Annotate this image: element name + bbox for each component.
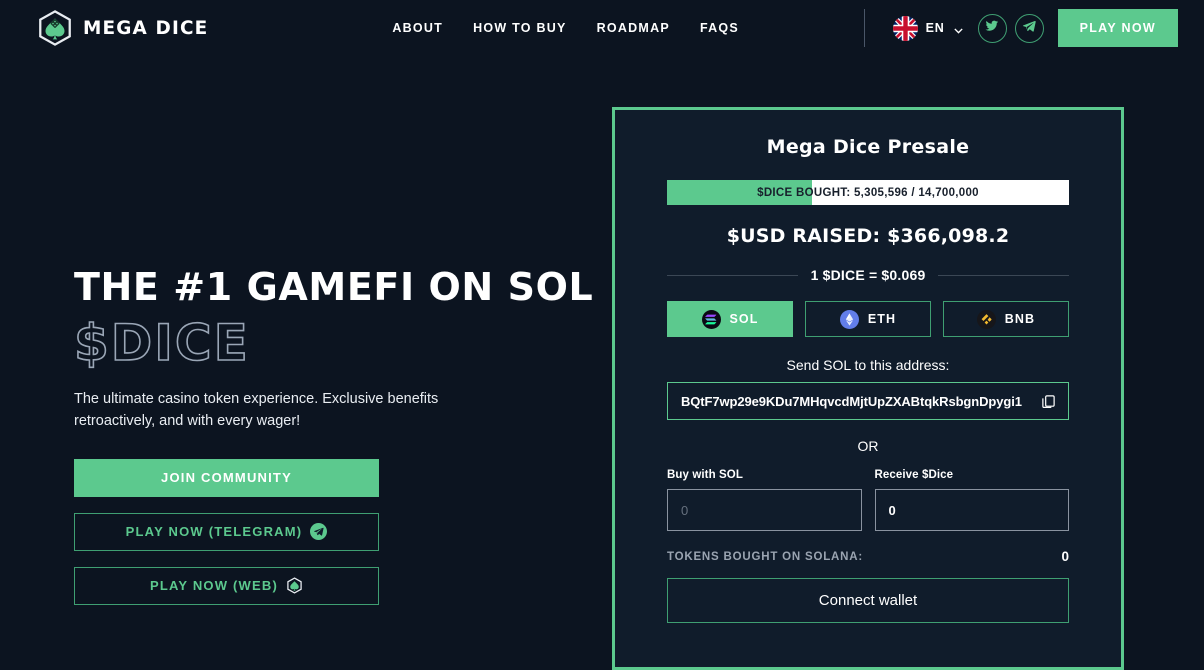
currency-tab-bnb[interactable]: BNB (943, 301, 1069, 337)
hexagon-spade-icon (36, 9, 74, 47)
hero-title: THE #1 GAMEFI ON SOL (74, 265, 594, 309)
receive-field-label: Receive $Dice (874, 469, 954, 481)
receive-amount-input[interactable] (874, 489, 1069, 531)
header-divider (863, 9, 865, 47)
telegram-icon (1022, 19, 1036, 38)
presale-title: Mega Dice Presale (766, 136, 970, 158)
or-divider-label: OR (857, 438, 879, 454)
social-links (977, 13, 1044, 43)
play-now-web-button[interactable]: PLAY NOW (WEB) (74, 566, 379, 605)
tokens-bought-row: TOKENS BOUGHT ON SOLANA: 0 (667, 549, 1069, 564)
currency-tab-eth[interactable]: ETH (805, 301, 931, 337)
hero-description: The ultimate casino token experience. Ex… (74, 390, 439, 430)
social-link-telegram[interactable] (1014, 13, 1044, 43)
buy-field-group: Buy with SOL (667, 469, 862, 531)
telegram-icon (310, 523, 328, 541)
send-address-label: Send SOL to this address: (786, 357, 950, 373)
presale-card: Mega Dice Presale $DICE BOUGHT: 5,305,59… (612, 107, 1124, 670)
play-now-telegram-button[interactable]: PLAY NOW (TELEGRAM) (74, 512, 379, 551)
join-community-label: JOIN COMMUNITY (161, 470, 292, 486)
presale-progress-bar: $DICE BOUGHT: 5,305,596 / 14,700,000 (667, 180, 1069, 205)
nav-item-faqs[interactable]: FAQS (700, 21, 739, 35)
language-selector[interactable]: EN (892, 15, 964, 41)
brand-logo[interactable]: MEGA DICE (36, 9, 210, 47)
tokens-bought-value: 0 (1061, 549, 1069, 564)
social-link-twitter[interactable] (977, 13, 1007, 43)
token-rate: 1 $DICE = $0.069 (810, 267, 926, 283)
hexagon-spade-icon (286, 577, 303, 594)
play-now-web-label: PLAY NOW (WEB) (149, 578, 279, 594)
hero-token-text: $DICE (73, 313, 250, 372)
language-label: EN (925, 21, 945, 35)
solana-icon (701, 309, 721, 329)
buy-field-label: Buy with SOL (667, 469, 743, 481)
site-header: MEGA DICE ABOUT HOW TO BUY ROADMAP FAQS (0, 0, 1204, 56)
play-now-button[interactable]: PLAY NOW (1057, 9, 1178, 47)
progress-label: $DICE BOUGHT: 5,305,596 / 14,700,000 (757, 186, 979, 199)
amount-fields: Buy with SOL Receive $Dice (667, 469, 1069, 531)
wallet-address: BQtF7wp29e9KDu7MHqvcdMjtUpZXABtqkRsbgnDp… (681, 393, 1022, 409)
nav-item-about[interactable]: ABOUT (392, 21, 443, 35)
buy-amount-input[interactable] (667, 489, 862, 531)
main-navigation: ABOUT HOW TO BUY ROADMAP FAQS (392, 21, 739, 35)
play-now-telegram-label: PLAY NOW (TELEGRAM) (125, 524, 303, 540)
chevron-down-icon (953, 23, 964, 34)
usd-raised: $USD RAISED: $366,098.2 (726, 225, 1010, 247)
hero-section: THE #1 GAMEFI ON SOL $DICE The ultimate … (73, 265, 594, 621)
nav-item-how-to-buy[interactable]: HOW TO BUY (473, 21, 567, 35)
currency-tab-bnb-label: BNB (1004, 312, 1036, 326)
tokens-bought-label: TOKENS BOUGHT ON SOLANA: (667, 550, 863, 563)
token-rate-row: 1 $DICE = $0.069 (667, 267, 1070, 283)
connect-wallet-button[interactable]: Connect wallet (667, 578, 1069, 623)
ethereum-icon (839, 309, 859, 329)
twitter-icon (985, 19, 999, 38)
receive-field-group: Receive $Dice (874, 469, 1069, 531)
currency-tab-sol-label: SOL (729, 312, 759, 326)
binance-icon (976, 309, 996, 329)
nav-item-roadmap[interactable]: ROADMAP (597, 21, 670, 35)
uk-flag-icon (892, 15, 918, 41)
header-actions: EN PLAY NOW (863, 9, 1178, 47)
rate-divider-right (938, 274, 1070, 276)
rate-divider-left (667, 274, 798, 276)
currency-tabs: SOL ETH BNB (667, 301, 1069, 337)
copy-icon[interactable] (1041, 394, 1056, 409)
currency-tab-sol[interactable]: SOL (667, 301, 793, 337)
hero-cta-buttons: JOIN COMMUNITY PLAY NOW (TELEGRAM) PLAY … (74, 458, 379, 605)
brand-name: MEGA DICE (82, 17, 209, 39)
currency-tab-eth-label: ETH (867, 312, 897, 326)
wallet-address-box[interactable]: BQtF7wp29e9KDu7MHqvcdMjtUpZXABtqkRsbgnDp… (667, 382, 1069, 420)
join-community-button[interactable]: JOIN COMMUNITY (74, 458, 379, 497)
